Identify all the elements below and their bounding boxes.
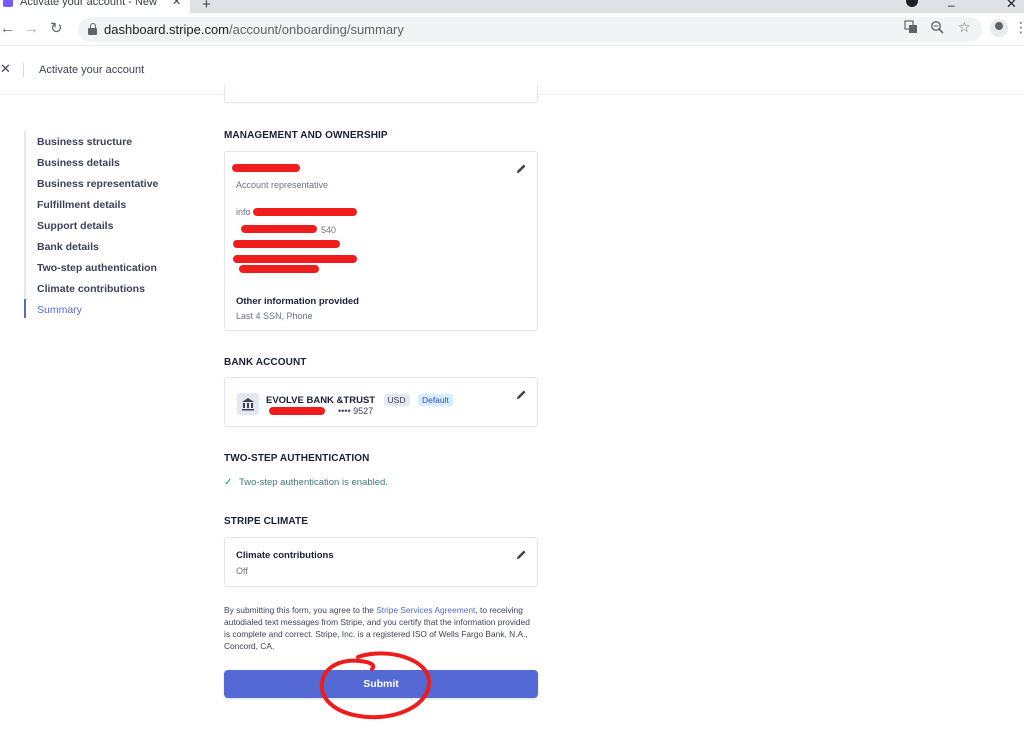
sidebar-item-business-structure[interactable]: Business structure <box>37 136 132 148</box>
redacted-email <box>253 208 357 216</box>
url-path: /account/onboarding/summary <box>229 22 404 37</box>
check-icon: ✓ <box>224 477 233 488</box>
minimize-icon[interactable]: – <box>948 0 955 12</box>
redacted-dob <box>233 255 357 263</box>
translate-icon[interactable] <box>904 20 918 37</box>
reload-icon[interactable]: ↻ <box>50 20 63 38</box>
masked-account-number: •••• 9527 <box>338 406 374 416</box>
stripe-favicon-icon <box>3 0 13 7</box>
other-info-value: Last 4 SSN, Phone <box>236 311 313 321</box>
url-host: dashboard.stripe.com <box>104 22 230 37</box>
other-info-label: Other information provided <box>236 296 359 307</box>
profile-avatar-icon[interactable] <box>990 19 1008 37</box>
address-bar[interactable]: dashboard.stripe.com/account/onboarding/… <box>78 17 982 42</box>
extension-icon[interactable] <box>906 0 918 7</box>
header-divider <box>23 63 24 77</box>
redacted-address <box>239 265 319 273</box>
page-title: Activate your account <box>39 64 145 76</box>
partial-email: info <box>236 207 251 217</box>
climate-label: Climate contributions <box>236 550 334 561</box>
bank-card: EVOLVE BANK &TRUST USD Default •••• 9527 <box>224 377 538 427</box>
two-step-heading: TWO-STEP AUTHENTICATION <box>224 453 370 464</box>
back-arrow-icon[interactable]: ← <box>0 20 15 38</box>
redacted-routing <box>269 407 325 415</box>
management-card: Account representative info 540 Other in… <box>224 151 538 331</box>
sidebar-item-business-details[interactable]: Business details <box>37 157 120 169</box>
bookmark-star-icon[interactable]: ☆ <box>958 19 971 36</box>
window-close-icon[interactable]: ✕ <box>1006 0 1017 12</box>
default-badge: Default <box>417 394 453 406</box>
services-agreement-link[interactable]: Stripe Services Agreement <box>376 605 475 615</box>
currency-badge: USD <box>383 394 410 406</box>
bank-name: EVOLVE BANK &TRUST <box>266 395 376 406</box>
edit-pencil-icon[interactable] <box>516 549 527 560</box>
previous-section-card <box>224 85 538 103</box>
browser-tabstrip: Activate your account - New bu ✕ + – ✕ <box>0 0 1024 13</box>
tab-title: Activate your account - New bu <box>20 0 160 8</box>
two-step-status: Two-step authentication is enabled. <box>239 477 388 488</box>
browser-menu-icon[interactable]: ⋮ <box>1014 19 1024 35</box>
browser-tab[interactable]: Activate your account - New bu ✕ <box>0 0 190 13</box>
browser-toolbar: ← → ↻ dashboard.stripe.com/account/onboa… <box>0 13 1024 46</box>
climate-card: Climate contributions Off <box>224 537 538 587</box>
sidebar-item-support-details[interactable]: Support details <box>37 220 113 232</box>
management-heading: MANAGEMENT AND OWNERSHIP <box>224 130 388 141</box>
bank-heading: BANK ACCOUNT <box>224 357 307 368</box>
url-text[interactable]: dashboard.stripe.com/account/onboarding/… <box>104 22 404 37</box>
legal-text-start: By submitting this form, you agree to th… <box>224 605 377 615</box>
two-step-status-row: ✓ Two-step authentication is enabled. <box>224 476 538 490</box>
tab-close-icon[interactable]: ✕ <box>172 0 181 8</box>
sidebar-item-fulfillment-details[interactable]: Fulfillment details <box>37 199 126 211</box>
submit-button[interactable]: Submit <box>224 670 538 698</box>
sidebar-item-bank-details[interactable]: Bank details <box>37 241 99 253</box>
forward-arrow-icon[interactable]: → <box>24 20 39 38</box>
new-tab-icon[interactable]: + <box>202 0 211 13</box>
sidebar-active-indicator <box>24 299 26 318</box>
redacted-phone <box>233 240 340 248</box>
lock-icon[interactable] <box>88 23 97 35</box>
sidebar-item-summary[interactable]: Summary <box>37 304 82 316</box>
sidebar-item-business-representative[interactable]: Business representative <box>37 178 158 190</box>
representative-role: Account representative <box>236 180 329 190</box>
climate-heading: STRIPE CLIMATE <box>224 516 308 527</box>
redacted-name <box>232 164 300 172</box>
sidebar-item-climate-contributions[interactable]: Climate contributions <box>37 283 145 295</box>
climate-value: Off <box>236 566 248 576</box>
partial-ssn: 540 <box>321 225 337 235</box>
legal-disclaimer: By submitting this form, you agree to th… <box>224 604 538 652</box>
edit-pencil-icon[interactable] <box>516 163 527 174</box>
close-icon[interactable]: ✕ <box>0 61 11 77</box>
edit-pencil-icon[interactable] <box>516 389 527 400</box>
sidebar-rail <box>24 131 26 318</box>
bank-building-icon <box>237 393 259 415</box>
sidebar-item-two-step-authentication[interactable]: Two-step authentication <box>37 262 157 274</box>
redacted-ssn <box>241 225 317 233</box>
zoom-icon[interactable] <box>930 20 944 37</box>
